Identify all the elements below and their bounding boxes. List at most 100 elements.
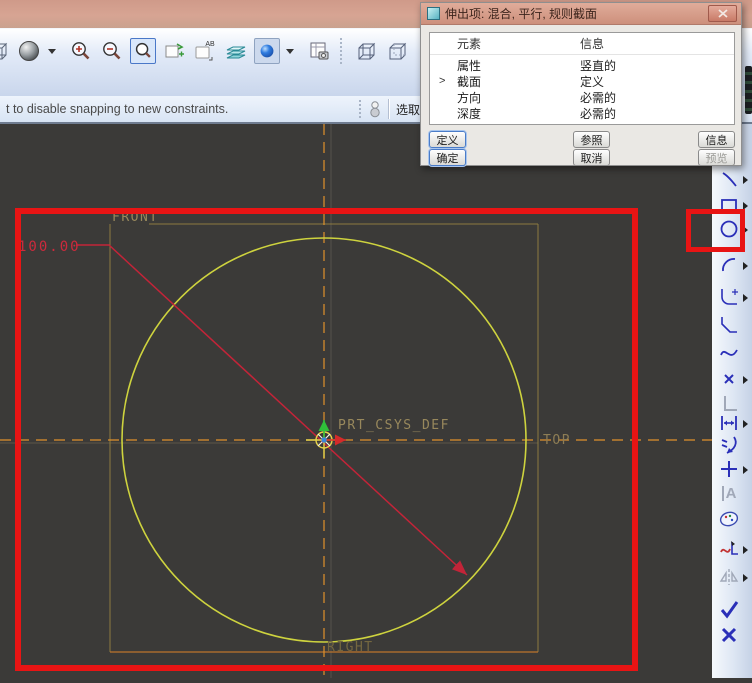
text-tool-button[interactable]: A	[717, 482, 741, 504]
define-button[interactable]: 定义	[429, 131, 466, 148]
fillet-tool-icon	[718, 286, 740, 308]
spin-center-dropdown[interactable]	[285, 38, 295, 64]
select-window-label: 选取	[396, 101, 420, 118]
palette-tool-icon	[718, 508, 740, 530]
hidden-line-display-button[interactable]	[384, 38, 410, 64]
reorient-view-button[interactable]	[161, 38, 187, 64]
arc-flyout-arrow[interactable]	[743, 262, 748, 270]
layers-icon	[224, 39, 248, 63]
list-item-section[interactable]: > 截面 定义	[430, 73, 734, 89]
element-name: 属性	[430, 57, 580, 74]
palette-tool-button[interactable]	[717, 508, 741, 530]
edge-scroll-element	[745, 66, 752, 114]
view-manager-icon	[307, 39, 331, 63]
element-list[interactable]: 元素 信息 属性 竖直的 > 截面 定义 方向 必需的 深度 必需的	[429, 32, 735, 125]
mirror-flyout-arrow[interactable]	[743, 574, 748, 582]
arc-tool-icon	[718, 254, 740, 276]
column-header-element: 元素	[430, 35, 580, 52]
refs-button[interactable]: 参照	[573, 131, 610, 148]
element-name: 深度	[430, 105, 580, 122]
constraint-tool-icon	[718, 458, 740, 480]
dimension-tool-button[interactable]	[717, 412, 741, 434]
constraint-tool-button[interactable]	[717, 458, 741, 480]
zoom-out-button[interactable]	[99, 38, 125, 64]
spin-center-button[interactable]	[254, 38, 280, 64]
shaded-sphere-icon	[17, 39, 41, 63]
point-tool-icon	[718, 368, 740, 390]
statusbar-groove	[388, 99, 390, 119]
zoom-refit-icon	[132, 40, 154, 62]
close-x-icon	[718, 624, 740, 646]
arc-tool-button[interactable]	[717, 254, 741, 276]
spin-center-icon	[256, 40, 278, 62]
line-flyout-arrow[interactable]	[743, 176, 748, 184]
trim-tool-button[interactable]	[717, 538, 741, 560]
chevron-down-icon	[286, 49, 294, 54]
hidden-line-display-icon	[385, 39, 409, 63]
zoom-refit-button[interactable]	[130, 38, 156, 64]
trim-flyout-arrow[interactable]	[743, 546, 748, 554]
fillet-tool-button[interactable]	[717, 286, 741, 308]
csys-tool-icon	[718, 392, 740, 414]
zoom-out-icon	[100, 39, 124, 63]
element-dialog: 伸出项: 混合, 平行, 规则截面 元素 信息 属性 竖直的 > 截面 定义 方…	[420, 2, 742, 166]
dialog-icon	[427, 7, 440, 20]
mirror-tool-button[interactable]	[717, 566, 741, 588]
modify-tool-icon	[718, 434, 740, 456]
constraint-flyout-arrow[interactable]	[743, 466, 748, 474]
sketcher-toolbar: A	[712, 124, 752, 678]
preview-button[interactable]: 预览	[698, 149, 735, 166]
close-icon	[718, 9, 728, 18]
element-list-header: 元素 信息	[430, 33, 734, 55]
text-tool-icon: A	[722, 486, 737, 501]
info-button[interactable]: 信息	[698, 131, 735, 148]
element-info: 定义	[580, 73, 604, 90]
done-button[interactable]	[717, 598, 741, 620]
line-tool-icon	[718, 168, 740, 190]
modify-tool-button[interactable]	[717, 434, 741, 456]
line-tool-button[interactable]	[717, 168, 741, 190]
csys-tool-button[interactable]	[717, 392, 741, 414]
list-item-direction[interactable]: 方向 必需的	[430, 89, 734, 105]
wireframe-display-button[interactable]	[353, 38, 379, 64]
quit-button[interactable]	[717, 624, 741, 646]
point-tool-button[interactable]	[717, 368, 741, 390]
zoom-in-icon	[69, 39, 93, 63]
dialog-title: 伸出项: 混合, 平行, 规则截面	[445, 5, 708, 22]
spline-tool-button[interactable]	[717, 342, 741, 364]
dialog-titlebar[interactable]: 伸出项: 混合, 平行, 规则截面	[421, 3, 741, 25]
layers-button[interactable]	[223, 38, 249, 64]
wireframe-display-icon	[354, 39, 378, 63]
element-name: 方向	[430, 89, 580, 106]
annotation-rectangle-circle-tool	[686, 209, 745, 252]
dimension-flyout-arrow[interactable]	[743, 420, 748, 428]
chamfer-tool-button[interactable]	[717, 314, 741, 336]
zoom-in-button[interactable]	[68, 38, 94, 64]
list-item-depth[interactable]: 深度 必需的	[430, 105, 734, 121]
shaded-sphere-button[interactable]	[16, 38, 42, 64]
fillet-flyout-arrow[interactable]	[743, 294, 748, 302]
wireframe-cube-button[interactable]	[0, 38, 11, 64]
annotation-tag-button[interactable]: AB	[192, 38, 218, 64]
list-item-attributes[interactable]: 属性 竖直的	[430, 57, 734, 73]
ok-button[interactable]: 确定	[429, 149, 466, 166]
statusbar-separator	[359, 100, 361, 118]
view-manager-button[interactable]	[306, 38, 332, 64]
point-flyout-arrow[interactable]	[743, 376, 748, 384]
selection-buffer-icon[interactable]	[368, 99, 382, 119]
cancel-button[interactable]: 取消	[573, 149, 610, 166]
shaded-sphere-dropdown[interactable]	[47, 38, 57, 64]
element-name: 截面	[430, 73, 580, 90]
chevron-down-icon	[48, 49, 56, 54]
annotation-tag-label: AB	[205, 41, 214, 48]
dialog-close-button[interactable]	[708, 5, 737, 22]
reorient-view-icon	[162, 39, 186, 63]
current-row-marker: >	[439, 75, 445, 87]
spline-tool-icon	[718, 342, 740, 364]
element-info: 竖直的	[580, 57, 616, 74]
check-icon	[718, 598, 740, 620]
column-header-info: 信息	[580, 35, 604, 52]
wireframe-cube-icon	[0, 39, 10, 63]
mirror-tool-icon	[718, 566, 740, 588]
toolbar-separator	[340, 38, 345, 64]
